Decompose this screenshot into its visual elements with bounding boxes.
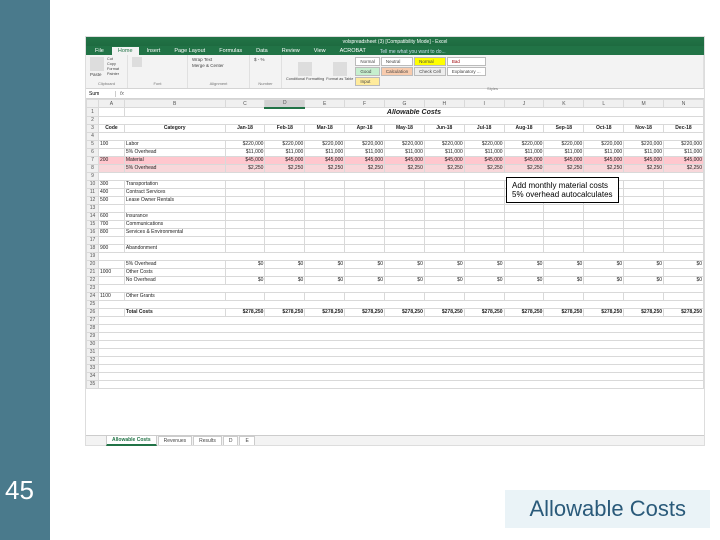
slide-sidebar: 45 — [0, 0, 50, 540]
callout-line1: Add monthly material costs — [512, 181, 613, 190]
tab-formulas[interactable]: Formulas — [213, 47, 248, 55]
name-box[interactable]: Sum — [86, 91, 116, 97]
fx-label[interactable]: fx — [116, 91, 128, 97]
group-alignment: Alignment — [192, 81, 245, 86]
font-icons[interactable] — [132, 57, 142, 67]
style-check[interactable]: Check Cell — [414, 67, 446, 76]
style-explan[interactable]: Explanatory ... — [447, 67, 486, 76]
ribbon-tabs: File Home Insert Page Layout Formulas Da… — [86, 46, 704, 55]
tab-home[interactable]: Home — [112, 47, 139, 55]
footer-title: Allowable Costs — [505, 490, 710, 528]
style-calc[interactable]: Calculation — [381, 67, 413, 76]
group-number: Number — [254, 81, 277, 86]
style-normal[interactable]: Normal — [355, 57, 380, 66]
group-font: Font — [132, 81, 183, 86]
cond-format-icon[interactable] — [298, 62, 312, 76]
style-bad[interactable]: Bad — [447, 57, 486, 66]
tab-page-layout[interactable]: Page Layout — [168, 47, 211, 55]
group-clipboard: Clipboard — [90, 81, 123, 86]
group-styles: Styles — [286, 86, 699, 91]
style-neutral[interactable]: Neutral — [381, 57, 413, 66]
style-input[interactable]: Input — [355, 77, 380, 86]
undo-icon[interactable] — [99, 39, 105, 45]
window-title: volspreadsheet (3) [Compatibility Mode] … — [343, 39, 448, 45]
tab-review[interactable]: Review — [276, 47, 306, 55]
tab-file[interactable]: File — [89, 47, 110, 55]
tab-insert[interactable]: Insert — [141, 47, 167, 55]
tab-data[interactable]: Data — [250, 47, 274, 55]
format-painter-button[interactable]: Format Painter — [107, 67, 123, 77]
sheet-tab-d[interactable]: D — [223, 436, 239, 445]
save-icon[interactable] — [90, 39, 96, 45]
sheet-tabs: Allowable Costs Revenues Results D E — [86, 435, 704, 445]
number-format[interactable]: $ - % — [254, 57, 265, 62]
title-bar: volspreadsheet (3) [Compatibility Mode] … — [86, 37, 704, 46]
paste-icon[interactable] — [90, 57, 104, 71]
tab-acrobat[interactable]: ACROBAT — [334, 47, 372, 55]
wrap-text-button[interactable]: Wrap Text — [192, 57, 212, 62]
sheet-tab-revenues[interactable]: Revenues — [158, 436, 193, 445]
paste-label: Paste — [90, 72, 104, 77]
tab-view[interactable]: View — [308, 47, 332, 55]
callout-annotation: Add monthly material costs 5% overhead a… — [506, 177, 619, 203]
format-table-label: Format as Table — [326, 77, 353, 81]
ribbon: Paste Cut Copy Format Painter Clipboard … — [86, 55, 704, 89]
excel-window: volspreadsheet (3) [Compatibility Mode] … — [85, 36, 705, 446]
style-good[interactable]: Good — [355, 67, 380, 76]
redo-icon[interactable] — [108, 39, 114, 45]
cond-format-label: Conditional Formatting — [286, 77, 324, 81]
slide-number: 45 — [5, 475, 34, 506]
worksheet[interactable]: ABCDEFGHIJKLMN1Allowable Costs23CodeCate… — [86, 99, 704, 389]
format-table-icon[interactable] — [333, 62, 347, 76]
sheet-tab-results[interactable]: Results — [193, 436, 222, 445]
style-highlight[interactable]: Normal — [414, 57, 446, 66]
sheet-tab-allowable[interactable]: Allowable Costs — [106, 435, 157, 446]
merge-center-button[interactable]: Merge & Center — [192, 63, 224, 68]
callout-line2: 5% overhead autocalculates — [512, 190, 613, 199]
sheet-tab-e[interactable]: E — [239, 436, 254, 445]
